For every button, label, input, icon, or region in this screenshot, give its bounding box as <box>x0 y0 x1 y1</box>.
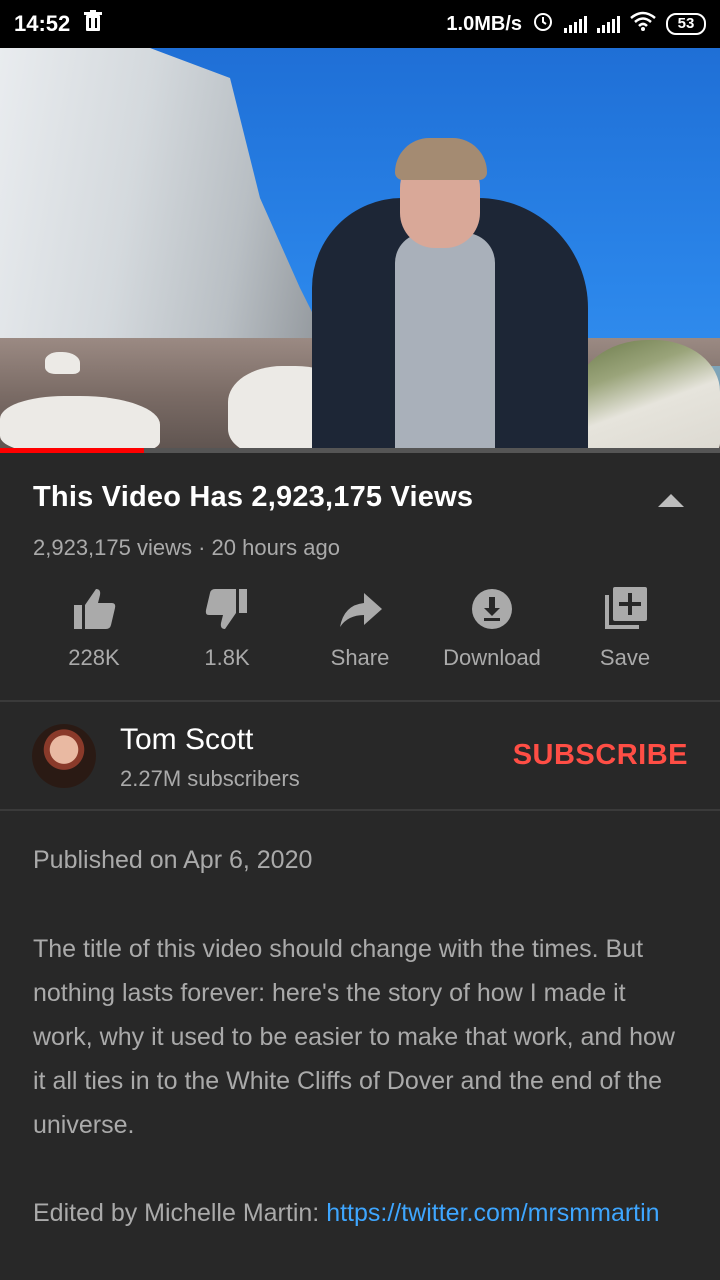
channel-avatar[interactable] <box>32 724 96 788</box>
published-date: Published on Apr 6, 2020 <box>33 846 313 874</box>
video-description: The title of this video should change wi… <box>33 935 675 1139</box>
video-frame-cliff <box>0 48 330 388</box>
channel-row: Tom Scott 2.27M subscribers SUBSCRIBE <box>0 703 720 809</box>
editor-credit: Edited by Michelle Martin: https://twitt… <box>33 1191 683 1235</box>
signal-icon <box>564 15 587 33</box>
video-player[interactable] <box>0 48 720 453</box>
save-button[interactable]: Save <box>559 585 691 671</box>
video-frame-rock <box>45 352 80 374</box>
download-button[interactable]: Download <box>426 585 558 671</box>
subscribe-button[interactable]: SUBSCRIBE <box>513 739 688 772</box>
video-frame-rock <box>0 396 160 453</box>
action-bar: 228K 1.8K Share Download Save <box>28 585 692 685</box>
share-icon <box>340 593 382 627</box>
dislike-count: 1.8K <box>204 645 250 670</box>
video-meta: 2,923,175 views · 20 hours ago <box>33 535 340 560</box>
video-progress-fill <box>0 448 144 453</box>
status-time: 14:52 <box>14 11 71 36</box>
add-to-playlist-icon <box>605 587 647 629</box>
editor-credit-text: Edited by Michelle Martin: <box>33 1199 327 1227</box>
save-label: Save <box>599 645 651 670</box>
download-label: Download <box>443 645 541 670</box>
download-icon <box>472 589 512 629</box>
video-frame-rock <box>575 340 720 453</box>
status-bar: 14:52 1.0MB/s 53 <box>0 0 720 48</box>
dislike-button[interactable]: 1.8K <box>161 585 293 671</box>
trash-icon <box>84 10 103 38</box>
share-label: Share <box>330 645 390 670</box>
thumbs-down-icon <box>205 589 247 629</box>
video-frame-hair <box>395 138 487 180</box>
share-button[interactable]: Share <box>294 585 426 671</box>
like-count: 228K <box>68 645 120 670</box>
subscriber-count: 2.27M subscribers <box>120 766 300 791</box>
collapse-description-icon[interactable] <box>658 494 684 507</box>
like-button[interactable]: 228K <box>28 585 160 671</box>
divider <box>0 700 720 702</box>
signal-icon <box>597 15 620 33</box>
channel-name[interactable]: Tom Scott <box>120 723 253 757</box>
video-frame-hoodie <box>395 233 495 453</box>
divider <box>0 809 720 811</box>
alarm-icon <box>532 10 554 38</box>
video-title: This Video Has 2,923,175 Views <box>33 481 474 513</box>
battery-icon: 53 <box>666 13 706 35</box>
wifi-icon <box>630 11 656 37</box>
network-speed: 1.0MB/s <box>446 12 522 35</box>
editor-twitter-link[interactable]: https://twitter.com/mrsmmartin <box>326 1199 659 1227</box>
video-progress-bar[interactable] <box>0 448 720 453</box>
thumbs-up-icon <box>74 589 116 629</box>
